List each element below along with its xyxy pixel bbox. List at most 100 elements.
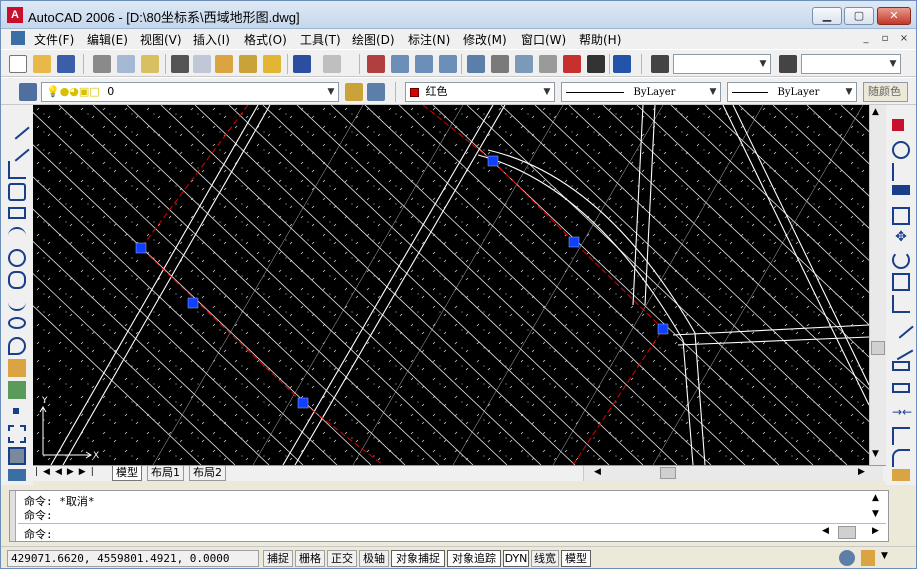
command-grip[interactable] xyxy=(10,491,16,541)
array-icon[interactable] xyxy=(892,207,910,225)
toolbar-lock-icon[interactable] xyxy=(861,550,875,566)
horizontal-scrollbar[interactable]: ◀ ▶ xyxy=(583,466,883,481)
scroll-down-arrow[interactable]: ▼ xyxy=(872,449,879,459)
snap-toggle[interactable]: 捕捉 xyxy=(263,550,293,567)
doc-restore-button[interactable]: ▫ xyxy=(878,32,892,46)
command-prompt[interactable]: 命令: xyxy=(24,526,53,542)
revision-cloud-icon[interactable] xyxy=(8,271,26,289)
grip-point[interactable] xyxy=(568,236,580,248)
explode-icon[interactable] xyxy=(892,469,910,481)
ortho-toggle[interactable]: 正交 xyxy=(327,550,357,567)
grid-toggle[interactable]: 栅格 xyxy=(295,550,325,567)
plotstyle-combo[interactable]: 随颜色 xyxy=(863,82,908,102)
polyline-icon[interactable] xyxy=(8,161,26,179)
close-button[interactable]: ✕ xyxy=(877,7,911,25)
drawing-canvas[interactable]: Y X xyxy=(33,105,869,465)
plot-icon[interactable] xyxy=(93,55,111,73)
minimize-button[interactable]: ▁ xyxy=(812,7,842,25)
menu-draw[interactable]: 绘图(D) xyxy=(352,31,395,48)
publish-icon[interactable] xyxy=(141,55,159,73)
cmd-hscroll-right-arrow[interactable]: ▶ xyxy=(872,526,879,536)
hatch-icon[interactable] xyxy=(8,425,26,443)
text-style-combo[interactable]: ▼ xyxy=(673,54,771,74)
arc-icon[interactable] xyxy=(8,227,26,245)
menu-file[interactable]: 文件(F) xyxy=(34,31,74,48)
scroll-left-arrow[interactable]: ◀ xyxy=(594,467,601,477)
menu-format[interactable]: 格式(O) xyxy=(244,31,287,48)
help-icon[interactable] xyxy=(613,55,631,73)
undo-icon[interactable] xyxy=(293,55,311,73)
block-editor-icon[interactable] xyxy=(263,55,281,73)
grip-point[interactable] xyxy=(187,297,199,309)
mirror-icon[interactable] xyxy=(892,163,910,181)
doc-minimize-button[interactable]: _ xyxy=(859,32,873,46)
tab-navigation-arrows[interactable]: |◀◀▶▶| xyxy=(35,467,99,477)
markup-icon[interactable] xyxy=(563,55,581,73)
copy-icon[interactable] xyxy=(193,55,211,73)
layer-combo[interactable]: 💡●◕▣□ 0 ▼ xyxy=(41,82,339,102)
menu-modify[interactable]: 修改(M) xyxy=(463,31,507,48)
cmd-hscroll-thumb[interactable] xyxy=(838,526,856,539)
region-icon[interactable] xyxy=(8,447,26,465)
doc-close-button[interactable]: × xyxy=(897,32,911,46)
extend-icon[interactable] xyxy=(888,335,914,361)
copy-object-icon[interactable] xyxy=(892,141,910,159)
zoom-previous-icon[interactable] xyxy=(439,55,457,73)
rotate-icon[interactable] xyxy=(892,251,910,269)
maximize-button[interactable]: ▢ xyxy=(844,7,874,25)
grip-point[interactable] xyxy=(487,155,499,167)
otrack-toggle[interactable]: 对象追踪 xyxy=(447,550,501,567)
tool-palettes-icon[interactable] xyxy=(515,55,533,73)
scale-icon[interactable] xyxy=(892,273,910,291)
menu-dimension[interactable]: 标注(N) xyxy=(408,31,450,48)
fillet-icon[interactable] xyxy=(892,449,910,467)
tab-layout1[interactable]: 布局1 xyxy=(147,466,184,481)
trim-icon[interactable] xyxy=(888,313,914,339)
redo-icon[interactable] xyxy=(323,55,341,73)
communication-center-icon[interactable] xyxy=(839,550,855,566)
chamfer-icon[interactable] xyxy=(892,427,910,445)
scroll-up-arrow[interactable]: ▲ xyxy=(872,107,879,117)
vertical-scroll-thumb[interactable] xyxy=(871,341,885,355)
circle-icon[interactable] xyxy=(8,249,26,267)
make-current-layer-icon[interactable] xyxy=(345,83,363,101)
linetype-combo[interactable]: ByLayer ▼ xyxy=(561,82,721,102)
properties-icon[interactable] xyxy=(467,55,485,73)
match-properties-icon[interactable] xyxy=(239,55,257,73)
menu-help[interactable]: 帮助(H) xyxy=(579,31,621,48)
spline-icon[interactable] xyxy=(8,293,26,311)
model-space-toggle[interactable]: 模型 xyxy=(561,550,591,567)
cut-icon[interactable] xyxy=(171,55,189,73)
join-icon[interactable]: →← xyxy=(892,405,912,423)
vertical-scrollbar[interactable]: ▲ ▼ xyxy=(869,105,886,465)
sheet-set-icon[interactable] xyxy=(539,55,557,73)
document-icon[interactable] xyxy=(11,31,25,45)
coordinate-readout[interactable]: 429071.6620, 4559801.4921, 0.0000 xyxy=(7,550,259,567)
pan-icon[interactable] xyxy=(367,55,385,73)
open-icon[interactable] xyxy=(33,55,51,73)
plot-preview-icon[interactable] xyxy=(117,55,135,73)
break-icon[interactable] xyxy=(892,383,910,393)
grip-point[interactable] xyxy=(135,242,147,254)
design-center-icon[interactable] xyxy=(491,55,509,73)
scroll-right-arrow[interactable]: ▶ xyxy=(858,467,865,477)
insert-block-icon[interactable] xyxy=(8,359,26,377)
make-block-icon[interactable] xyxy=(8,381,26,399)
cmd-scroll-down-arrow[interactable]: ▼ xyxy=(872,509,879,519)
color-combo[interactable]: 红色 ▼ xyxy=(405,82,555,102)
paste-icon[interactable] xyxy=(215,55,233,73)
table-icon[interactable] xyxy=(8,469,26,481)
osnap-toggle[interactable]: 对象捕捉 xyxy=(391,550,445,567)
construction-line-icon[interactable] xyxy=(4,136,30,162)
ellipse-icon[interactable] xyxy=(8,317,26,329)
dyn-toggle[interactable]: DYN xyxy=(503,550,529,567)
rectangle-icon[interactable] xyxy=(8,207,26,219)
ellipse-arc-icon[interactable] xyxy=(8,337,26,355)
move-icon[interactable]: ✥ xyxy=(892,229,910,247)
menu-tools[interactable]: 工具(T) xyxy=(300,31,341,48)
grip-point[interactable] xyxy=(657,323,669,335)
command-window[interactable]: 命令: *取消* 命令: 命令: ▲ ▼ ◀ ▶ xyxy=(9,490,889,542)
calculator-icon[interactable] xyxy=(587,55,605,73)
status-menu-arrow[interactable]: ▼ xyxy=(881,551,888,561)
lineweight-toggle[interactable]: 线宽 xyxy=(531,550,559,567)
